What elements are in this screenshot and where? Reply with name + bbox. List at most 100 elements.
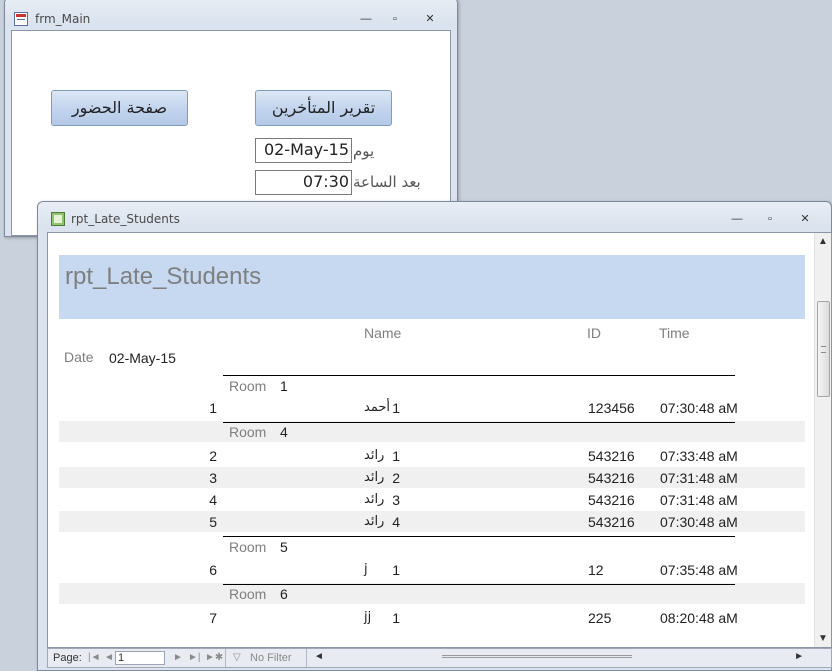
record-number: 3 (209, 470, 217, 486)
no-filter-indicator[interactable]: No Filter (250, 652, 292, 664)
student-name: رائد (364, 470, 385, 485)
restore-button[interactable]: ▫ (759, 211, 781, 227)
room-number: 1 (280, 378, 288, 394)
date-label: يوم (353, 142, 375, 160)
room-number: 6 (280, 586, 288, 602)
attendance-page-button[interactable]: صفحة الحضور (51, 90, 188, 126)
horizontal-scroll-thumb[interactable] (442, 655, 632, 658)
table-row: 2 1 رائد 543216 07:33:48 aM (59, 445, 805, 466)
page-label: Page: (53, 652, 82, 664)
table-row: 7 1 jj 225 08:20:48 aM (59, 607, 805, 628)
row-number: 1 (392, 610, 400, 626)
scroll-right-arrow-icon[interactable]: ► (794, 651, 804, 662)
previous-page-icon[interactable]: ◄ (104, 652, 114, 663)
student-name: أحمد (364, 400, 390, 415)
report-window: rpt_Late_Students — ▫ ✕ rpt_Late_Student… (37, 201, 832, 671)
report-title: rpt_Late_Students (65, 263, 262, 290)
arrival-time: 07:31:48 aM (660, 470, 738, 486)
table-row: 3 2 رائد 543216 07:31:48 aM (59, 467, 805, 488)
row-number: 1 (392, 562, 400, 578)
arrival-time: 07:33:48 aM (660, 448, 738, 464)
row-number: 3 (392, 492, 400, 508)
first-page-icon[interactable]: |◄ (88, 652, 101, 663)
table-row: 6 1 j 12 07:35:48 aM (59, 559, 805, 580)
date-input[interactable]: 02-May-15 (255, 138, 352, 163)
divider (225, 649, 226, 667)
report-date: 02-May-15 (109, 350, 176, 366)
row-number: 2 (392, 470, 400, 486)
student-name: رائد (364, 492, 385, 507)
minimize-button[interactable]: — (355, 11, 377, 27)
group-header: Room 1 (59, 375, 805, 396)
student-id: 543216 (588, 492, 635, 508)
student-name: jj (364, 610, 372, 625)
page-number-input[interactable]: 1 (115, 651, 165, 665)
column-header-time: Time (659, 325, 690, 341)
report-body: rpt_Late_Students Name ID Time Date 02-M… (47, 232, 832, 648)
column-header-name: Name (364, 325, 402, 341)
close-button[interactable]: ✕ (419, 11, 441, 27)
record-number: 7 (209, 610, 217, 626)
group-label: Room (229, 378, 267, 394)
table-row: 4 3 رائد 543216 07:31:48 aM (59, 489, 805, 510)
record-navigation-bar: Page: |◄ ◄ 1 ► ►| ►✱ ▽ No Filter ◄ ► (47, 648, 832, 668)
filter-icon[interactable]: ▽ (233, 652, 241, 663)
table-row: 1 1 أحمد 123456 07:30:48 aM (59, 397, 805, 418)
scroll-down-arrow-icon[interactable]: ▼ (815, 630, 831, 647)
restore-button[interactable]: ▫ (384, 11, 406, 27)
group-label: Room (229, 424, 267, 440)
next-page-icon[interactable]: ► (173, 652, 183, 663)
report-header: rpt_Late_Students (59, 255, 805, 319)
report-window-title: rpt_Late_Students (71, 212, 180, 226)
close-button[interactable]: ✕ (794, 211, 816, 227)
group-header: Room 6 (59, 583, 805, 604)
column-header-id: ID (587, 325, 601, 341)
vertical-scroll-thumb[interactable] (817, 301, 830, 397)
minimize-button[interactable]: — (726, 211, 748, 227)
record-number: 5 (209, 514, 217, 530)
record-number: 2 (209, 448, 217, 464)
record-number: 6 (209, 562, 217, 578)
frm-main-title: frm_Main (35, 12, 91, 26)
horizontal-scrollbar[interactable]: ◄ ► (312, 650, 806, 666)
row-number: 1 (392, 448, 400, 464)
group-label: Room (229, 539, 267, 555)
arrival-time: 07:35:48 aM (660, 562, 738, 578)
room-number: 5 (280, 539, 288, 555)
student-name: رائد (364, 514, 385, 529)
table-row: 5 4 رائد 543216 07:30:48 aM (59, 511, 805, 532)
new-record-icon: ►✱ (205, 652, 224, 663)
group-header: Room 4 (59, 421, 805, 442)
form-icon (14, 12, 28, 26)
arrival-time: 08:20:48 aM (660, 610, 738, 626)
student-id: 543216 (588, 514, 635, 530)
row-number: 4 (392, 514, 400, 530)
record-number: 1 (209, 400, 217, 416)
vertical-scrollbar[interactable]: ▲ ▼ (814, 233, 831, 647)
group-divider (223, 422, 735, 423)
row-number: 1 (392, 400, 400, 416)
report-icon (51, 212, 65, 226)
arrival-time: 07:30:48 aM (660, 400, 738, 416)
student-name: j (364, 562, 368, 577)
last-page-icon[interactable]: ►| (188, 652, 201, 663)
date-label: Date (64, 349, 94, 365)
late-report-button[interactable]: تقرير المتأخرين (255, 90, 392, 126)
group-label: Room (229, 586, 267, 602)
record-number: 4 (209, 492, 217, 508)
student-name: رائد (364, 448, 385, 463)
student-id: 543216 (588, 448, 635, 464)
scroll-left-arrow-icon[interactable]: ◄ (314, 651, 324, 662)
report-titlebar[interactable]: rpt_Late_Students — ▫ ✕ (38, 202, 831, 228)
time-input[interactable]: 07:30 (255, 170, 352, 195)
student-id: 543216 (588, 470, 635, 486)
frm-main-titlebar[interactable]: frm_Main — ▫ ✕ (5, 0, 457, 27)
room-number: 4 (280, 424, 288, 440)
student-id: 225 (588, 610, 612, 626)
time-label: بعد الساعة (353, 173, 421, 191)
student-id: 12 (588, 562, 604, 578)
group-header: Room 5 (59, 536, 805, 557)
group-divider (223, 584, 735, 585)
scroll-up-arrow-icon[interactable]: ▲ (815, 233, 831, 250)
student-id: 123456 (588, 400, 635, 416)
